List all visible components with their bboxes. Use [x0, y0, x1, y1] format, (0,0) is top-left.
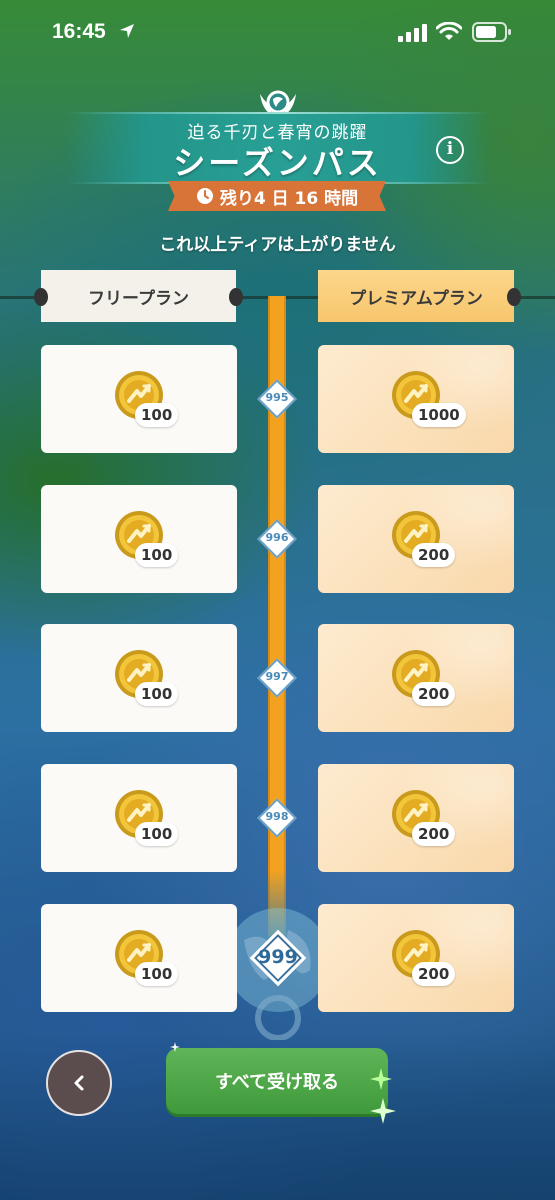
tier-number: 996	[265, 531, 289, 544]
wifi-icon	[436, 22, 462, 40]
back-icon	[74, 1075, 84, 1091]
reward-amount: 100	[135, 682, 179, 706]
reward-amount: 1000	[412, 403, 466, 427]
info-icon: i	[446, 139, 454, 159]
premium-reward-card[interactable]: 200	[318, 764, 514, 872]
signal-icon	[398, 24, 427, 42]
premium-reward-card[interactable]: 200	[318, 904, 514, 1012]
free-plan-label: フリープラン	[88, 288, 189, 309]
tab-free-plan[interactable]: フリープラン	[41, 270, 236, 322]
tier-number: 995	[265, 391, 289, 404]
reward-amount: 100	[135, 543, 179, 567]
sparkle-icon	[370, 1098, 396, 1124]
info-button[interactable]: i	[436, 136, 464, 164]
sparkle-icon	[370, 1068, 392, 1090]
premium-reward-card[interactable]: 200	[318, 485, 514, 593]
tier-number: 998	[265, 810, 289, 823]
time-remaining-text: 残り4 日 16 時間	[219, 188, 359, 209]
free-reward-card[interactable]: 100	[41, 764, 237, 872]
tier-number: 997	[265, 670, 289, 683]
sparkle-icon	[170, 1042, 180, 1052]
page-title: シーズンパス	[173, 144, 382, 182]
tab-notch	[34, 288, 48, 306]
reward-amount: 100	[135, 403, 179, 427]
free-reward-card[interactable]: 100	[41, 624, 237, 732]
claim-all-label: すべて受け取る	[214, 1072, 340, 1093]
reward-amount: 200	[412, 822, 456, 846]
premium-reward-card[interactable]: 1000	[318, 345, 514, 453]
time-remaining-badge: 残り4 日 16 時間	[168, 181, 386, 211]
tab-notch	[229, 288, 243, 306]
max-tier-notice: これ以上ティアは上がりません	[159, 235, 396, 255]
premium-reward-card[interactable]: 200	[318, 624, 514, 732]
free-reward-card[interactable]: 100	[41, 904, 237, 1012]
clock-icon	[196, 188, 213, 204]
back-button[interactable]	[46, 1050, 112, 1116]
claim-all-button[interactable]: すべて受け取る	[166, 1048, 388, 1114]
reward-amount: 100	[135, 962, 179, 986]
tab-premium-plan[interactable]: プレミアムプラン	[318, 270, 514, 322]
reward-amount: 100	[135, 822, 179, 846]
reward-amount: 200	[412, 543, 456, 567]
status-bar: 16:45	[0, 0, 555, 64]
location-arrow-icon	[120, 24, 134, 38]
status-time: 16:45	[52, 20, 106, 43]
battery-icon	[472, 22, 511, 42]
tab-notch	[507, 288, 521, 306]
free-reward-card[interactable]: 100	[41, 485, 237, 593]
free-reward-card[interactable]: 100	[41, 345, 237, 453]
reward-amount: 200	[412, 682, 456, 706]
reward-amount: 200	[412, 962, 456, 986]
premium-plan-label: プレミアムプラン	[349, 288, 483, 309]
tier-number: 999	[258, 946, 298, 968]
